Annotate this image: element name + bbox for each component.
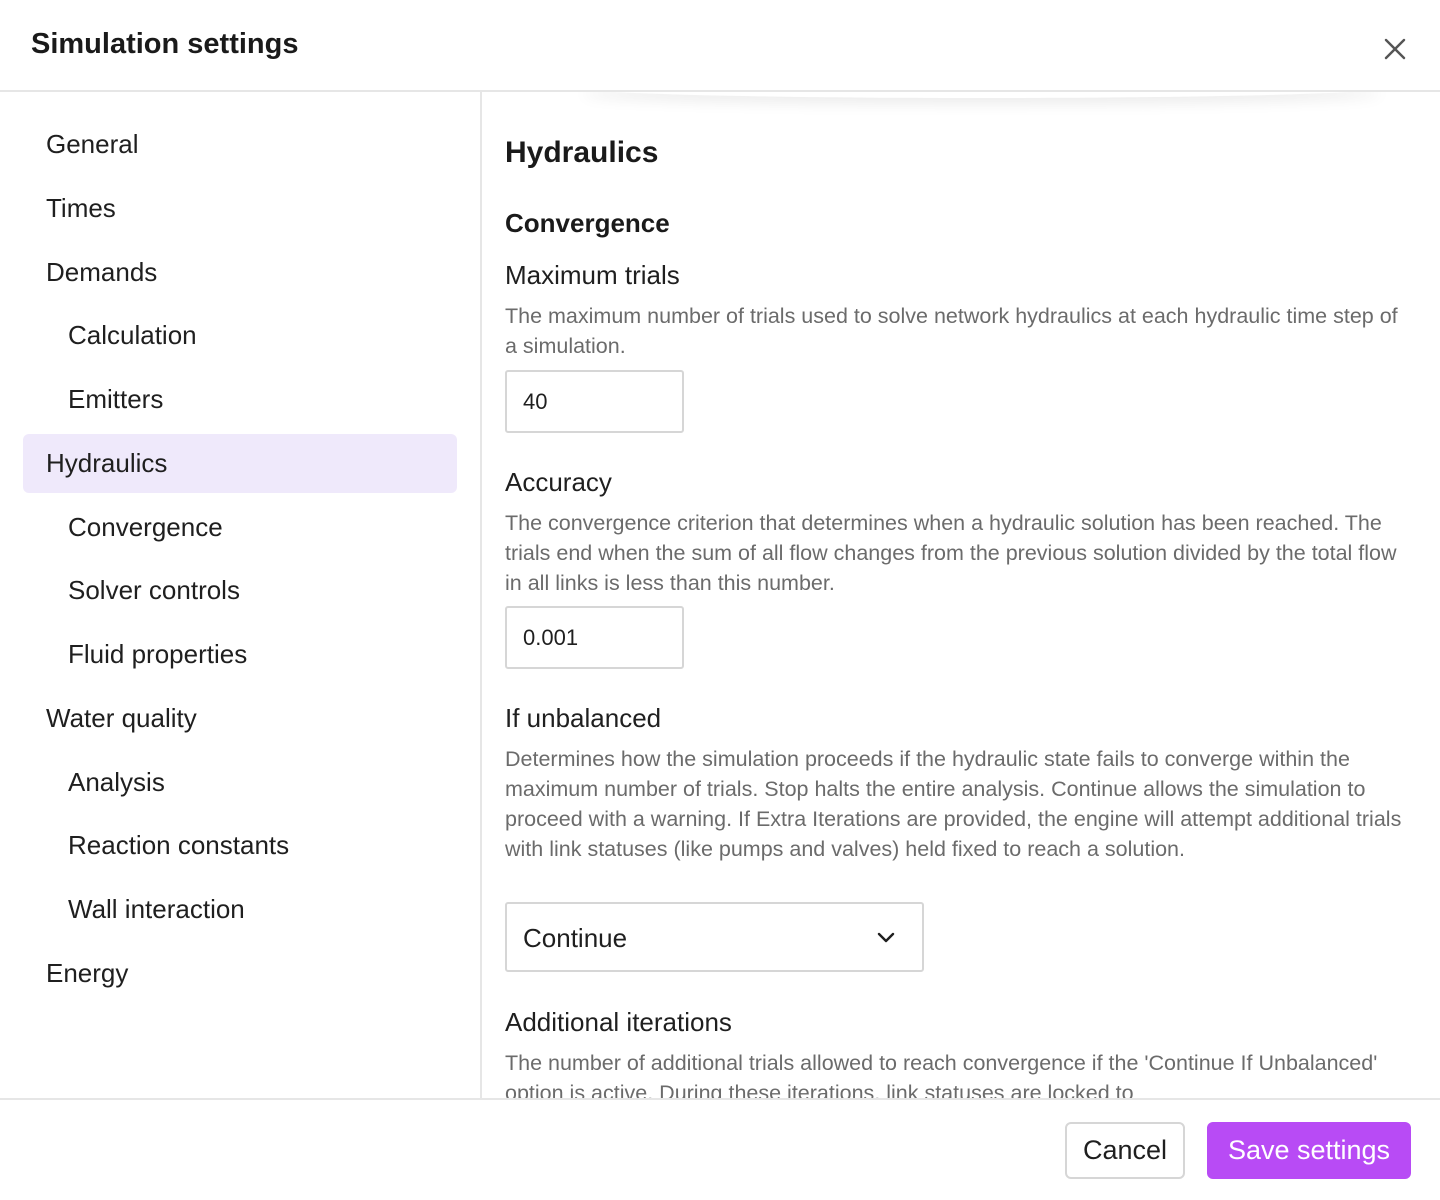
max-trials-label: Maximum trials [505, 260, 680, 290]
if-unbalanced-description: Determines how the simulation proceeds i… [505, 747, 1402, 861]
accuracy-input[interactable] [505, 606, 684, 669]
sidebar-item-convergence[interactable]: Convergence [23, 498, 457, 557]
sidebar-item-energy[interactable]: Energy [23, 944, 457, 1003]
sidebar-item-solver-controls[interactable]: Solver controls [23, 561, 457, 620]
simulation-settings-dialog: Simulation settings General Times Demand… [0, 0, 1440, 1200]
sidebar-item-reaction-constants[interactable]: Reaction constants [23, 816, 457, 875]
close-button[interactable] [1378, 32, 1412, 66]
section-title: Hydraulics [505, 136, 659, 169]
additional-iterations-description: The number of additional trials allowed … [505, 1051, 1378, 1098]
sidebar-item-demands[interactable]: Demands [23, 243, 457, 302]
save-settings-button[interactable]: Save settings [1207, 1122, 1411, 1179]
accuracy-description: The convergence criterion that determine… [505, 511, 1397, 595]
max-trials-description: The maximum number of trials used to sol… [505, 304, 1398, 358]
settings-sidebar: General Times Demands Calculation Emitte… [0, 92, 482, 1098]
scroll-shadow [582, 92, 1382, 98]
accuracy-label: Accuracy [505, 467, 612, 497]
sidebar-item-emitters[interactable]: Emitters [23, 370, 457, 429]
settings-content: Hydraulics Convergence Maximum trials Th… [482, 92, 1440, 1098]
dialog-title: Simulation settings [31, 28, 299, 60]
sidebar-item-calculation[interactable]: Calculation [23, 306, 457, 365]
if-unbalanced-label: If unbalanced [505, 703, 662, 733]
close-icon [1384, 38, 1406, 60]
dialog-footer: Cancel Save settings [0, 1098, 1440, 1200]
sidebar-item-wall-interaction[interactable]: Wall interaction [23, 880, 457, 939]
if-unbalanced-select[interactable]: Continue [505, 902, 924, 972]
sidebar-item-times[interactable]: Times [23, 179, 457, 238]
cancel-button[interactable]: Cancel [1065, 1122, 1185, 1179]
sidebar-item-water-quality[interactable]: Water quality [23, 689, 457, 748]
sidebar-item-fluid-properties[interactable]: Fluid properties [23, 625, 457, 684]
subsection-title: Convergence [505, 208, 670, 238]
sidebar-item-hydraulics[interactable]: Hydraulics [23, 434, 457, 493]
sidebar-item-general[interactable]: General [23, 115, 457, 174]
additional-iterations-label: Additional iterations [505, 1007, 732, 1037]
if-unbalanced-selected-value: Continue [523, 923, 628, 953]
max-trials-input[interactable] [505, 370, 684, 433]
dialog-header: Simulation settings [0, 0, 1440, 92]
chevron-down-icon [877, 932, 895, 943]
sidebar-item-analysis[interactable]: Analysis [23, 753, 457, 812]
